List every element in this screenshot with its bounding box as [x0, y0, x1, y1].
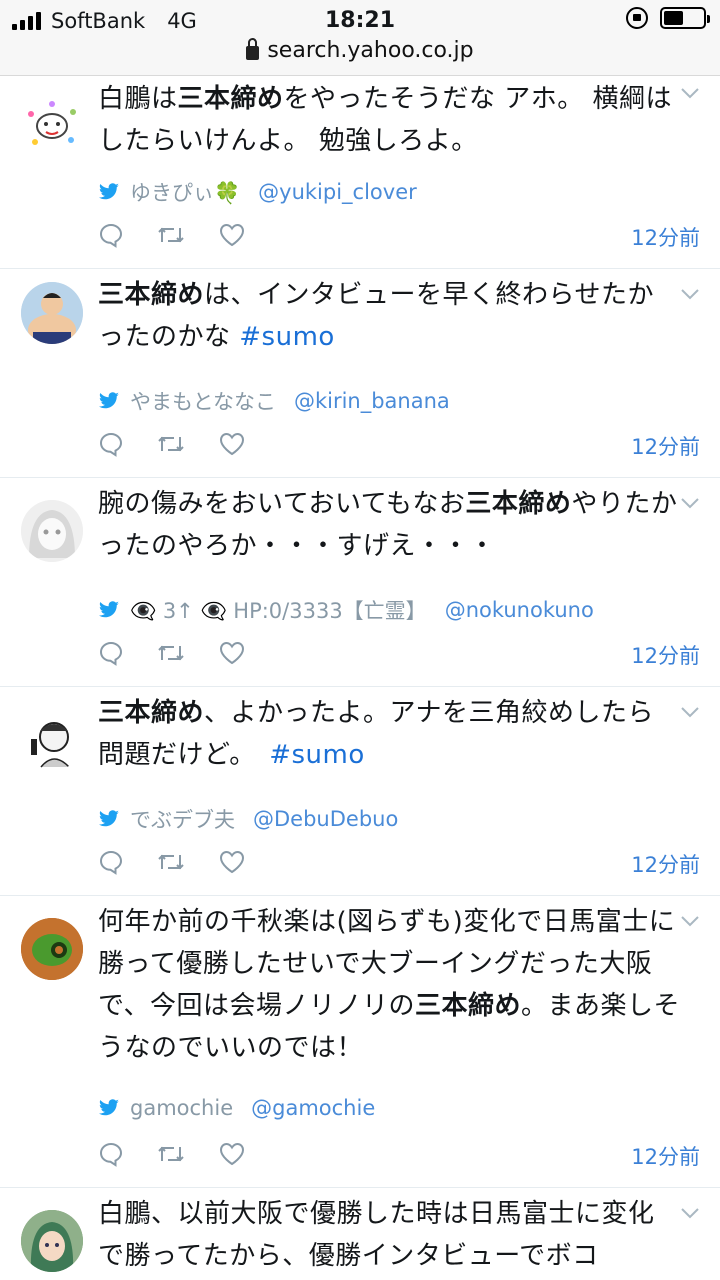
avatar-green-hair-girl-icon — [21, 1210, 83, 1272]
avatar-sumo-icon — [21, 282, 83, 344]
timestamp[interactable]: 12分前 — [631, 1141, 700, 1171]
reply-icon[interactable] — [98, 1141, 124, 1167]
tweet-card[interactable]: 腕の傷みをおいておいてもなお三本締めやりたかったのやろか・・・すげえ・・・ 👁‍… — [0, 478, 720, 687]
display-name[interactable]: ゆきぴぃ🍀 — [130, 177, 240, 207]
retweet-icon[interactable] — [156, 849, 186, 875]
tweet-text: 白鵬、以前大阪で優勝した時は日馬富士に変化で勝ってたから、優勝インタビューでボコ — [98, 1193, 680, 1277]
timestamp[interactable]: 12分前 — [631, 640, 700, 670]
tweet-text: 三本締め、よかったよ。アナを三角絞めしたら問題だけど。 #sumo — [98, 692, 680, 776]
chevron-down-icon[interactable] — [680, 705, 700, 719]
twitter-bird-icon — [99, 810, 119, 827]
highlighted-keyword: 三本締め — [414, 991, 521, 1021]
avatar-emoji-face-icon — [28, 101, 76, 145]
tweet-author[interactable]: ゆきぴぃ🍀 @yukipi_clover — [98, 177, 417, 207]
chevron-down-icon[interactable] — [680, 496, 700, 510]
address-bar[interactable]: search.yahoo.co.jp — [0, 38, 720, 63]
hashtag-link[interactable]: #sumo — [239, 322, 335, 352]
tweet-card[interactable]: 三本締めは、インタビューを早く終わらせたかったのかな #sumo やまもとななこ… — [0, 269, 720, 478]
like-heart-icon[interactable] — [218, 431, 246, 457]
twitter-bird-icon — [99, 1099, 119, 1116]
chevron-down-icon[interactable] — [680, 1206, 700, 1220]
retweet-icon[interactable] — [156, 222, 186, 248]
reply-icon[interactable] — [98, 222, 124, 248]
tweet-author[interactable]: やまもとななこ @kirin_banana — [98, 386, 450, 416]
retweet-icon[interactable] — [156, 1141, 186, 1167]
avatar[interactable] — [21, 1210, 83, 1272]
tweet-text: 何年か前の千秋楽は(図らずも)変化で日馬富士に勝って優勝したせいで大ブーイングだ… — [98, 901, 680, 1069]
status-bar: SoftBank 4G 18:21 search.yahoo.co.jp — [0, 0, 720, 76]
avatar[interactable] — [21, 282, 83, 344]
hashtag-link[interactable]: #sumo — [269, 740, 365, 770]
user-handle[interactable]: @nokunokuno — [445, 598, 594, 622]
user-handle[interactable]: @gamochie — [251, 1096, 375, 1120]
tweet-text-segment: 白鵬、以前大阪で優勝した時は日馬富士に変化で勝ってたから、優勝インタビューでボコ — [98, 1199, 655, 1271]
status-right — [626, 7, 710, 29]
like-heart-icon[interactable] — [218, 1141, 246, 1167]
highlighted-keyword: 三本締め — [465, 489, 572, 519]
twitter-bird-icon — [99, 392, 119, 409]
reply-icon[interactable] — [98, 849, 124, 875]
twitter-bird-icon — [99, 601, 119, 618]
like-heart-icon[interactable] — [218, 640, 246, 666]
tweet-actions — [98, 1141, 246, 1167]
reply-icon[interactable] — [98, 640, 124, 666]
tweet-text: 腕の傷みをおいておいてもなお三本締めやりたかったのやろか・・・すげえ・・・ — [98, 483, 680, 567]
avatar-anime-girl-icon — [21, 500, 83, 562]
timestamp[interactable]: 12分前 — [631, 431, 700, 461]
avatar[interactable] — [21, 500, 83, 562]
chevron-down-icon[interactable] — [680, 914, 700, 928]
tweet-text-segment: 腕の傷みをおいておいてもなお — [98, 489, 466, 519]
clock: 18:21 — [324, 8, 396, 33]
display-name[interactable]: gamochie — [130, 1096, 233, 1120]
tweet-card[interactable]: 三本締め、よかったよ。アナを三角絞めしたら問題だけど。 #sumo でぶデブ夫 … — [0, 687, 720, 896]
avatar[interactable] — [21, 92, 83, 154]
user-handle[interactable]: @yukipi_clover — [258, 180, 417, 204]
user-handle[interactable]: @DebuDebuo — [253, 807, 398, 831]
tweet-actions — [98, 849, 246, 875]
tweet-text-segment: 白鵬は — [98, 84, 178, 114]
highlighted-keyword: 三本締め — [98, 280, 205, 310]
tweet-text: 白鵬は三本締めをやったそうだな アホ。 横綱はしたらいけんよ。 勉強しろよ。 — [98, 78, 680, 162]
tweet-actions — [98, 222, 246, 248]
secure-lock-icon — [246, 38, 260, 60]
avatar[interactable] — [21, 709, 83, 771]
battery-icon — [660, 7, 710, 29]
tweet-card[interactable]: 白鵬は三本締めをやったそうだな アホ。 横綱はしたらいけんよ。 勉強しろよ。 ゆ… — [0, 76, 720, 269]
timestamp[interactable]: 12分前 — [631, 849, 700, 879]
like-heart-icon[interactable] — [218, 849, 246, 875]
retweet-icon[interactable] — [156, 640, 186, 666]
tweet-actions — [98, 431, 246, 457]
display-name[interactable]: やまもとななこ — [130, 386, 276, 416]
like-heart-icon[interactable] — [218, 222, 246, 248]
tweet-actions — [98, 640, 246, 666]
chevron-down-icon[interactable] — [680, 287, 700, 301]
tweet-text: 三本締めは、インタビューを早く終わらせたかったのかな #sumo — [98, 274, 680, 358]
display-name[interactable]: 👁‍🗨 3↑ 👁‍🗨 HP:0/3333【亡霊】 — [130, 595, 427, 625]
chevron-down-icon[interactable] — [680, 86, 700, 100]
rotation-lock-icon — [626, 7, 648, 29]
avatar-cartoon-man-icon — [21, 709, 83, 771]
tweet-author[interactable]: 👁‍🗨 3↑ 👁‍🗨 HP:0/3333【亡霊】 @nokunokuno — [98, 595, 594, 625]
url-text[interactable]: search.yahoo.co.jp — [267, 38, 473, 63]
highlighted-keyword: 三本締め — [177, 84, 284, 114]
tweet-author[interactable]: gamochie @gamochie — [98, 1096, 375, 1120]
tweet-card[interactable]: 白鵬、以前大阪で優勝した時は日馬富士に変化で勝ってたから、優勝インタビューでボコ — [0, 1188, 720, 1280]
retweet-icon[interactable] — [156, 431, 186, 457]
twitter-bird-icon — [99, 183, 119, 200]
reply-icon[interactable] — [98, 431, 124, 457]
tweet-card[interactable]: 何年か前の千秋楽は(図らずも)変化で日馬富士に勝って優勝したせいで大ブーイングだ… — [0, 896, 720, 1188]
display-name[interactable]: でぶデブ夫 — [130, 804, 235, 834]
tweet-author[interactable]: でぶデブ夫 @DebuDebuo — [98, 804, 398, 834]
user-handle[interactable]: @kirin_banana — [294, 389, 450, 413]
highlighted-keyword: 三本締め — [98, 698, 205, 728]
tweet-feed: 白鵬は三本締めをやったそうだな アホ。 横綱はしたらいけんよ。 勉強しろよ。 ゆ… — [0, 76, 720, 1280]
avatar[interactable] — [21, 918, 83, 980]
battery-level — [664, 11, 683, 25]
timestamp[interactable]: 12分前 — [631, 222, 700, 252]
avatar-green-ring-icon — [21, 918, 83, 980]
